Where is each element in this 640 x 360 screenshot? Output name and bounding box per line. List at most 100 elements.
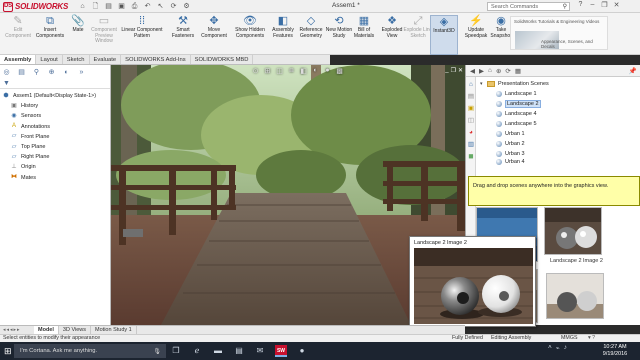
hide-show-icon[interactable]: ◐ [311,67,320,75]
status-units[interactable]: MMGS [561,335,577,342]
zoom-fit-icon[interactable]: ⊙ [251,67,260,75]
tree-item-top-plane[interactable]: ▱ Top Plane [2,142,110,152]
tab-layout[interactable]: Layout [36,55,63,64]
windows-start-icon[interactable]: ⊞ [4,346,14,356]
section-view-icon[interactable]: ◫ [275,67,284,75]
tab-sketch[interactable]: Sketch [63,55,90,64]
home-icon[interactable]: ⌂ [78,2,87,11]
home-icon[interactable]: ⌂ [488,67,492,74]
task-view-icon[interactable]: ❐ [170,345,182,357]
move-component-button[interactable]: ✥ Move Component [198,15,230,55]
solidworks-taskbar-icon[interactable]: SW [275,345,287,357]
dimxpert-icon[interactable]: ⊕ [47,68,56,77]
tutorial-overlay[interactable]: SolidWorks Tutorials & Engineering Video… [510,16,608,50]
new-document-icon[interactable]: 🗋 [91,2,100,11]
store-icon[interactable]: ▤ [233,345,245,357]
scene-item-selected[interactable]: Landscape 2 [480,99,638,109]
help-icon[interactable]: ? [576,1,585,9]
feature-manager-icon[interactable]: ◎ [2,68,11,77]
linear-pattern-button[interactable]: ⁞⁞ Linear Component Pattern [120,15,164,55]
tree-item-origin[interactable]: ⊥ Origin [2,162,110,172]
scene-item[interactable]: Landscape 4 [480,109,638,119]
print-icon[interactable]: ⎙ [130,2,139,11]
tab-scroll-arrows[interactable]: ◂◂◂▸▸ [0,327,34,333]
show-hidden-icons-icon[interactable]: ˄ [548,344,552,352]
recorder-icon[interactable]: ● [296,345,308,357]
options-icon[interactable]: ⚙ [182,2,191,11]
display-manager-icon[interactable]: ◐ [62,68,71,77]
restore-icon[interactable]: ❐ [600,1,609,9]
refresh-icon[interactable]: ⟳ [505,67,510,75]
tab-motion-study[interactable]: Motion Study 1 [91,326,137,334]
network-icon[interactable]: ⌁ [556,344,560,352]
tab-3d-views[interactable]: 3D Views [59,326,92,334]
scene-item[interactable]: Landscape 5 [480,119,638,129]
scenes-folder[interactable]: ▾ Presentation Scenes [480,79,638,89]
scene-item[interactable]: Landscape 1 [480,89,638,99]
pin-icon[interactable]: 📌 [629,67,637,75]
instant3d-button[interactable]: ◈ Instant3D [430,15,458,55]
view-palette-tab-icon[interactable]: ◫ [467,117,475,125]
tree-item-sensors[interactable]: ◉ Sensors [2,111,110,121]
tree-item-front-plane[interactable]: ▱ Front Plane [2,132,110,142]
open-icon[interactable]: ▤ [104,2,113,11]
minimize-icon[interactable]: – [588,1,597,9]
zoom-area-icon[interactable]: ⊞ [263,67,272,75]
display-style-icon[interactable]: ◧ [299,67,308,75]
tab-mbd[interactable]: SOLIDWORKS MBD [191,55,254,64]
microphone-icon[interactable]: 🎙 [153,348,161,355]
scene-item[interactable]: Urban 1 [480,129,638,139]
save-icon[interactable]: ▣ [117,2,126,11]
viewport-restore-icon[interactable]: ❐ [451,67,456,74]
custom-properties-tab-icon[interactable]: ▥ [467,141,475,149]
edit-component-button[interactable]: ✎ Edit Component [2,15,34,55]
scene-thumbnail[interactable] [546,273,604,319]
viewport-close-icon[interactable]: ✕ [458,67,463,74]
scene-item[interactable]: Urban 2 [480,139,638,149]
edge-browser-icon[interactable]: ℯ [191,345,203,357]
show-hidden-button[interactable]: 👁 Show Hidden Components [234,15,266,55]
edit-appearance-icon[interactable]: ● [323,67,332,75]
back-icon[interactable]: ◀ [470,67,475,75]
insert-components-button[interactable]: ⧉ Insert Components [34,15,66,55]
scene-thumbnail[interactable] [544,207,602,255]
viewport-minimize-icon[interactable]: _ [445,67,448,74]
tab-assembly[interactable]: Assembly [0,55,37,64]
tree-item-annotations[interactable]: A Annotations [2,122,110,132]
solidworks-logo[interactable]: DS SOLIDWORKS [3,1,68,12]
taskbar-clock[interactable]: 10:27 AM 9/19/2016 [598,344,632,358]
mail-icon[interactable]: ✉ [254,345,266,357]
volume-icon[interactable]: ♪ [564,344,567,352]
tree-root-assembly[interactable]: ⬢ Assem1 (Default<Display State-1>) [2,91,110,101]
property-manager-icon[interactable]: ▤ [17,68,26,77]
search-commands-input[interactable]: Search Commands ⚲ [487,2,570,11]
undo-icon[interactable]: ↶ [143,2,152,11]
tree-item-mates[interactable]: ⧓ Mates [2,173,110,183]
filter-icon[interactable]: ▼ [3,80,10,87]
scene-item[interactable]: Urban 4 [480,159,638,165]
scene-item[interactable]: Urban 3 [480,149,638,159]
tab-evaluate[interactable]: Evaluate [90,55,122,64]
tab-add-ins[interactable]: SOLIDWORKS Add-Ins [121,55,191,64]
file-explorer-tab-icon[interactable]: ▣ [467,105,475,113]
cortana-search-box[interactable]: I'm Cortana. Ask me anything. 🎙 [14,344,166,358]
tab-model[interactable]: Model [34,326,59,334]
search-icon[interactable]: ⚲ [563,3,567,10]
resources-tab-icon[interactable]: ⌂ [467,81,475,89]
tree-item-right-plane[interactable]: ▱ Right Plane [2,152,110,162]
solidworks-forum-tab-icon[interactable]: ◼ [467,153,475,161]
view-orientation-icon[interactable]: ⧈ [287,67,296,75]
expand-panel-icon[interactable]: » [77,68,86,77]
select-icon[interactable]: ↖ [156,2,165,11]
apply-scene-icon[interactable]: ▩ [335,67,344,75]
add-to-library-icon[interactable]: ⊕ [496,67,501,75]
close-icon[interactable]: ✕ [612,1,621,9]
component-preview-button[interactable]: ▭ Component Preview Window [88,15,120,55]
smart-fasteners-button[interactable]: ⚒ Smart Fasteners [167,15,199,55]
rebuild-icon[interactable]: ⟳ [169,2,178,11]
rebuild-status-icon[interactable]: ▾ ? [588,335,595,342]
forward-icon[interactable]: ▶ [479,67,484,75]
file-explorer-icon[interactable]: ▬ [212,345,224,357]
view-options-icon[interactable]: ▦ [515,67,521,75]
tree-item-history[interactable]: ▣ History [2,101,110,111]
